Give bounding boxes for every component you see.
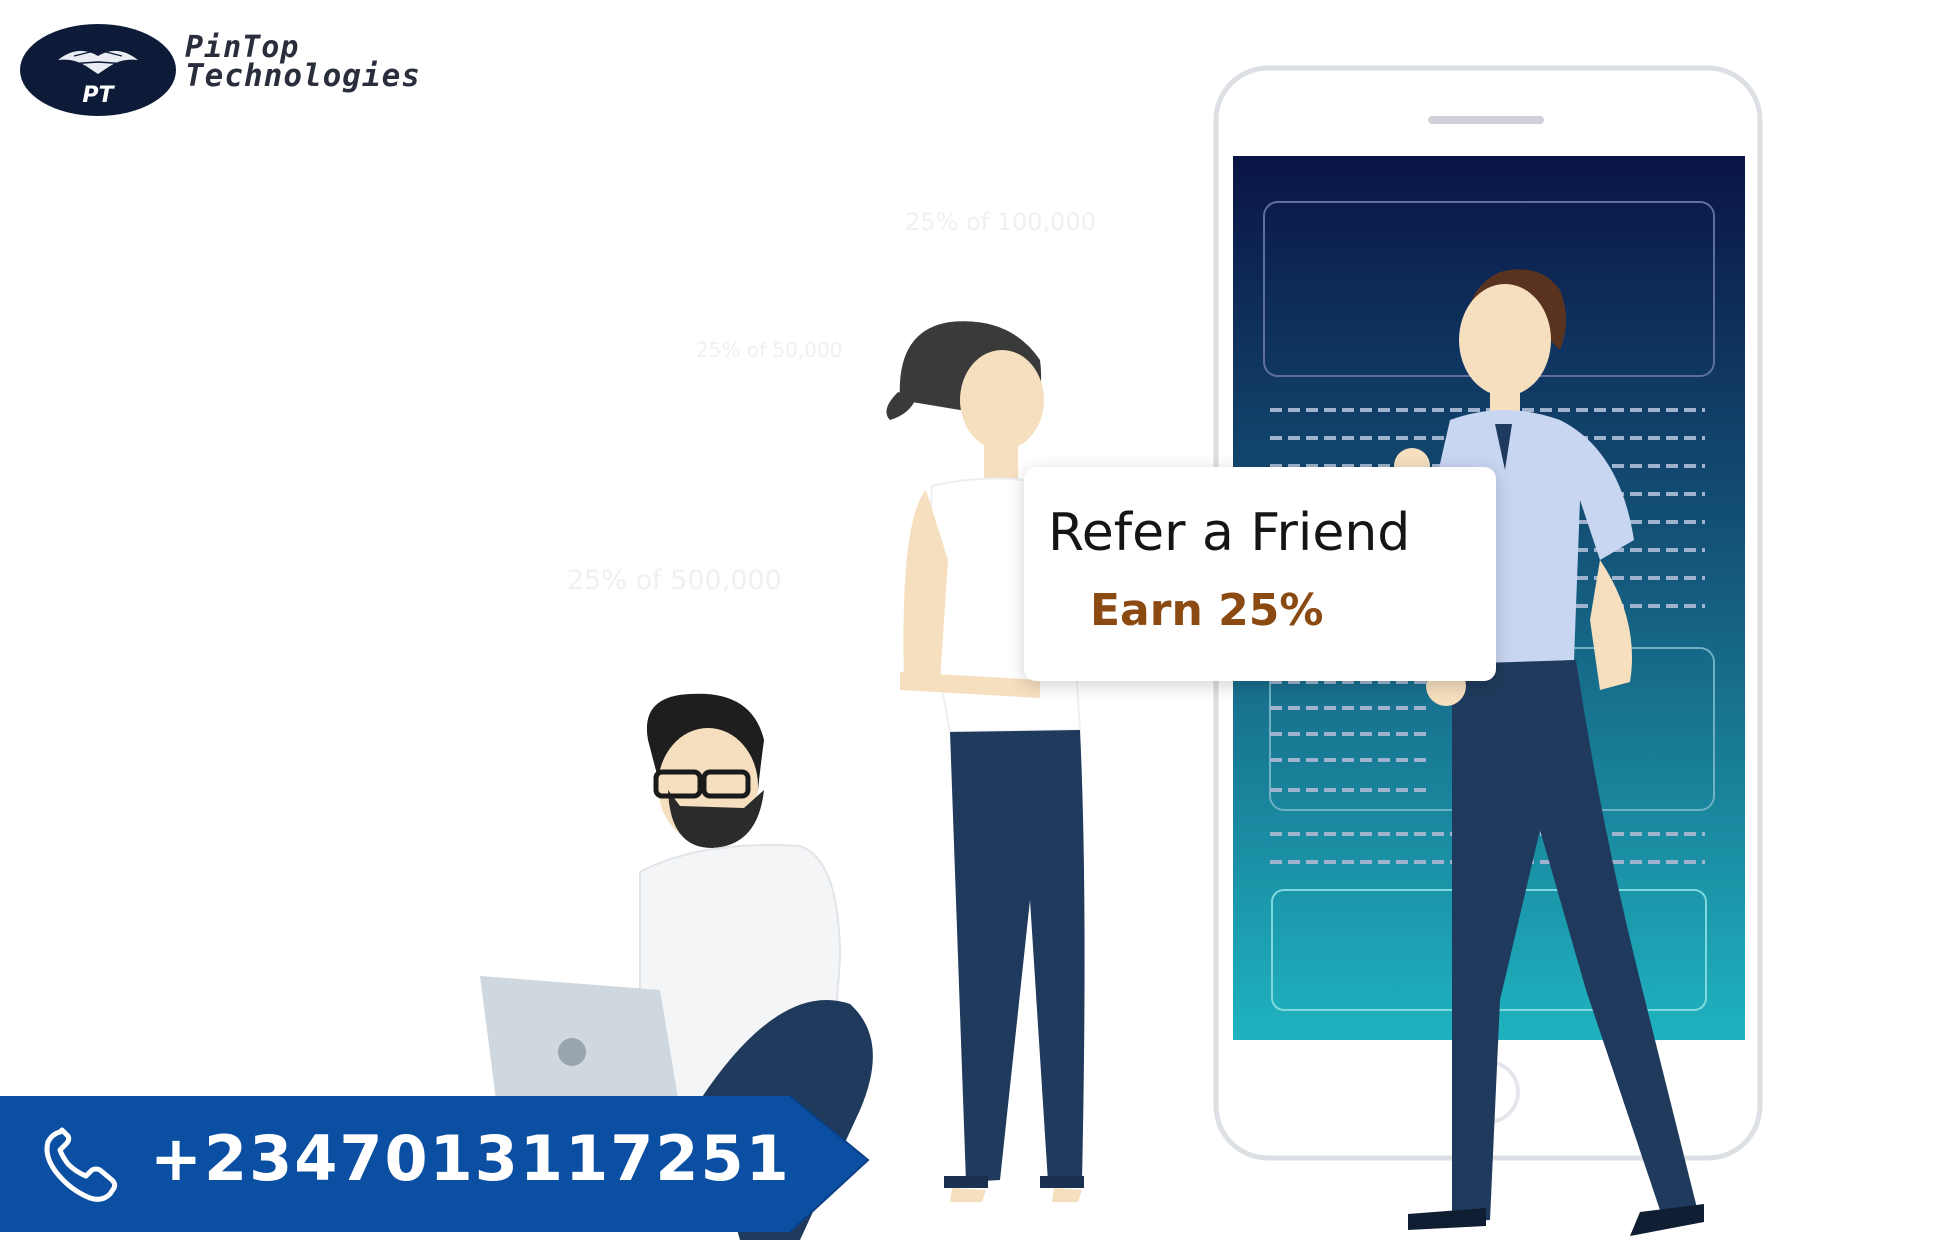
phone-icon xyxy=(44,1127,118,1202)
promo-title: Refer a Friend xyxy=(1048,503,1411,563)
phone-number[interactable]: +2347013117251 xyxy=(150,1122,791,1195)
woman-illustration xyxy=(886,321,1085,1202)
refer-a-friend-card: Refer a Friend Earn 25% xyxy=(1024,467,1496,681)
illustration xyxy=(0,65,1763,1240)
promo-subtitle: Earn 25% xyxy=(1090,585,1324,636)
